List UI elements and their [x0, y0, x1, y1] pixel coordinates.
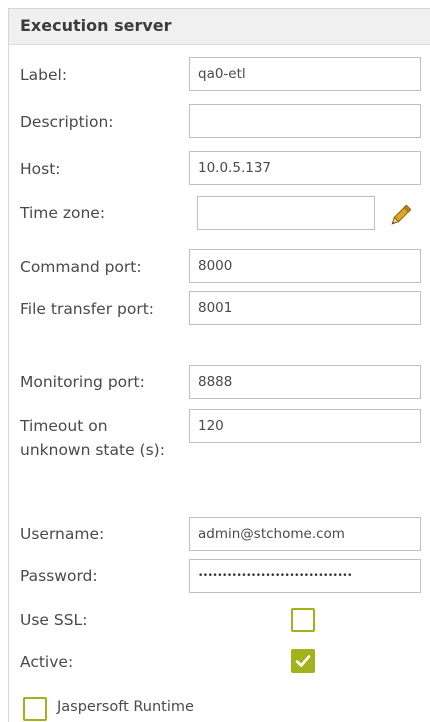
label-field-label: Label:: [20, 66, 68, 84]
jaspersoft-runtime-checkbox[interactable]: [23, 697, 47, 721]
monitoring-port-field-label: Monitoring port:: [20, 373, 145, 391]
description-field-label: Description:: [20, 113, 114, 131]
file-transfer-port-input[interactable]: 8001: [189, 291, 421, 325]
host-field-label: Host:: [20, 160, 61, 178]
timeout-input[interactable]: 120: [189, 409, 421, 443]
label-input[interactable]: qa0-etl: [189, 57, 421, 91]
check-icon: [295, 655, 311, 667]
timeout-field-label: Timeout on unknown state (s):: [20, 417, 165, 459]
description-input[interactable]: [189, 104, 421, 138]
password-field-label: Password:: [20, 567, 98, 585]
command-port-field-label: Command port:: [20, 258, 142, 276]
pencil-icon[interactable]: [387, 203, 413, 229]
active-checkbox[interactable]: [291, 649, 315, 673]
use-ssl-label: Use SSL:: [20, 611, 88, 629]
execution-server-panel: Execution server Label: qa0-etl Descript…: [8, 8, 430, 722]
panel-title: Execution server: [20, 16, 172, 35]
username-input[interactable]: admin@stchome.com: [189, 517, 421, 551]
host-input[interactable]: 10.0.5.137: [189, 151, 421, 185]
active-label: Active:: [20, 653, 74, 671]
password-input[interactable]: ••••••••••••••••••••••••••••••••: [189, 559, 421, 593]
command-port-input[interactable]: 8000: [189, 249, 421, 283]
timezone-field-label: Time zone:: [20, 204, 106, 222]
panel-header: Execution server: [9, 9, 430, 45]
timezone-input[interactable]: [197, 196, 375, 230]
file-transfer-port-field-label: File transfer port:: [20, 300, 154, 318]
username-field-label: Username:: [20, 525, 105, 543]
use-ssl-checkbox[interactable]: [291, 608, 315, 632]
jaspersoft-runtime-label: Jaspersoft Runtime: [57, 699, 194, 715]
monitoring-port-input[interactable]: 8888: [189, 365, 421, 399]
